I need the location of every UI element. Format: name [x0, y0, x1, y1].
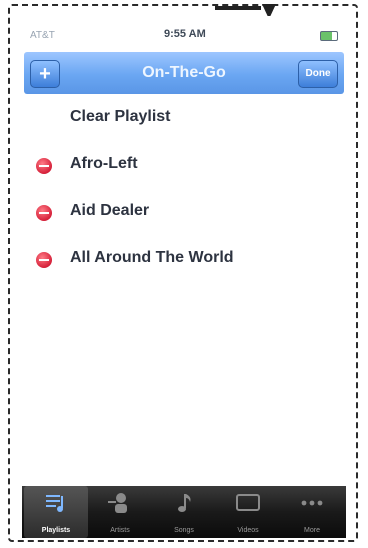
tab-videos[interactable]: Videos — [216, 486, 280, 538]
device-notch — [215, 6, 261, 10]
song-title: Aid Dealer — [70, 202, 150, 219]
playlist-list: Clear Playlist Afro-Left Aid Dealer All … — [24, 96, 344, 284]
delete-minus-icon[interactable] — [36, 252, 52, 268]
list-item[interactable]: Afro-Left — [24, 143, 344, 190]
delete-minus-icon[interactable] — [36, 158, 52, 174]
tab-label: Playlists — [41, 527, 71, 534]
delete-minus-icon[interactable] — [36, 205, 52, 221]
tab-songs[interactable]: Songs — [152, 486, 216, 538]
tab-label: Songs — [174, 527, 194, 534]
clear-playlist-row[interactable]: Clear Playlist — [24, 96, 344, 143]
artists-icon — [108, 493, 127, 513]
tab-playlists[interactable]: Playlists — [24, 486, 88, 538]
tab-label: Artists — [110, 527, 130, 534]
tab-bar: Playlists Artists Songs Videos More — [22, 486, 346, 538]
navigation-bar: + On-The-Go Done — [24, 52, 344, 94]
videos-icon — [236, 494, 260, 511]
status-time: 9:55 AM — [164, 28, 206, 40]
page-title: On-The-Go — [142, 64, 226, 81]
add-button[interactable]: + — [30, 60, 60, 88]
status-bar: AT&T 9:55 AM — [24, 26, 344, 46]
more-icon — [301, 500, 323, 506]
tab-more[interactable]: More — [280, 486, 344, 538]
playlists-icon — [46, 495, 63, 512]
list-item[interactable]: All Around The World — [24, 237, 344, 284]
done-button[interactable]: Done — [298, 60, 338, 88]
tab-label: More — [304, 527, 320, 534]
song-title: All Around The World — [70, 249, 234, 266]
song-title: Afro-Left — [70, 155, 138, 172]
songs-icon — [178, 494, 191, 512]
clear-playlist-label: Clear Playlist — [70, 108, 171, 125]
battery-icon — [320, 31, 338, 41]
carrier-label: AT&T — [30, 30, 55, 41]
tab-label: Videos — [237, 527, 259, 534]
tab-artists[interactable]: Artists — [88, 486, 152, 538]
list-item[interactable]: Aid Dealer — [24, 190, 344, 237]
